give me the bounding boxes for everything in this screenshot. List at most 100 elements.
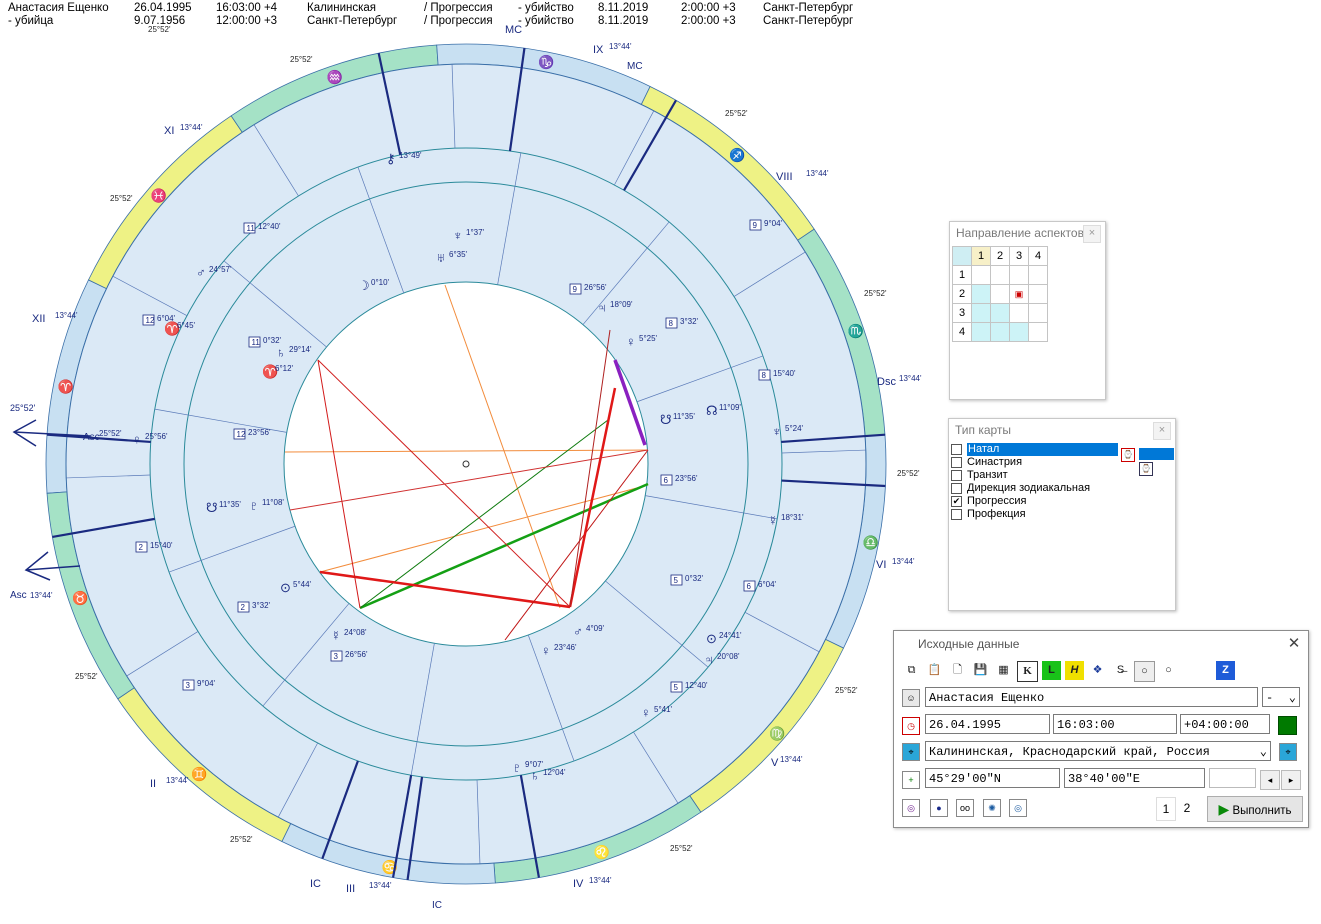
- gender-select[interactable]: - ⌄: [1262, 687, 1300, 707]
- play-icon: ▶: [1218, 801, 1230, 817]
- small-circle-icon[interactable]: ○: [1134, 661, 1155, 682]
- aspect-cell[interactable]: [990, 284, 1010, 304]
- aspect-cell[interactable]: [1028, 265, 1048, 285]
- aspect-cell[interactable]: [990, 303, 1010, 323]
- page-1-tab[interactable]: 1: [1156, 797, 1176, 821]
- arrow-left-icon[interactable]: ◂: [1260, 770, 1280, 790]
- place-select[interactable]: Калининская, Краснодарский край, Россия ⌄: [925, 741, 1271, 761]
- house-degree: 13°44': [180, 123, 203, 132]
- planet-degree: 6°12': [275, 364, 294, 373]
- date-field[interactable]: 26.04.1995: [925, 714, 1050, 734]
- sun-icon[interactable]: ✺: [983, 799, 1001, 817]
- aspect-cell[interactable]: [971, 284, 991, 304]
- close-icon[interactable]: ✕: [1286, 636, 1302, 652]
- house-number: 6: [664, 476, 669, 485]
- house-number: 12: [146, 316, 155, 325]
- chart-type-item[interactable]: ✔ Прогрессия: [951, 495, 1175, 508]
- checkbox[interactable]: [951, 457, 962, 468]
- aspect-cell[interactable]: [971, 265, 991, 285]
- chart-type-label: Прогрессия: [967, 495, 1027, 507]
- chart-type-item[interactable]: Дирекция зодиакальная: [951, 482, 1175, 495]
- zodiac-glyph: ♈: [58, 379, 74, 394]
- house-number: 2: [241, 603, 246, 612]
- zodiac-glyph: ♊: [191, 766, 207, 781]
- planet-degree: 18°09': [610, 300, 633, 309]
- close-icon[interactable]: ×: [1083, 225, 1101, 243]
- planet-glyph: ♀: [541, 643, 551, 658]
- aspect-panel-title-text: Направление аспектов: [956, 226, 1084, 240]
- cusp-degree: 25°52': [835, 686, 858, 695]
- person-icon[interactable]: ☺: [902, 689, 920, 707]
- page-2-tab[interactable]: 2: [1178, 797, 1196, 819]
- arrow-right-icon[interactable]: ▸: [1281, 770, 1301, 790]
- zodiac-glyph: ♎: [862, 535, 878, 550]
- planet-glyph: ♂: [196, 265, 206, 280]
- longitude-field[interactable]: 38°40'00"E: [1064, 768, 1205, 788]
- circle-icon[interactable]: ○: [1159, 661, 1178, 680]
- planet-degree: 23°46': [554, 643, 577, 652]
- z-icon[interactable]: Z: [1216, 661, 1235, 680]
- coordinates-icon[interactable]: +: [902, 771, 920, 789]
- aspect-grid[interactable]: 1 2 3 4 1 2 ▣ 3 4: [952, 246, 1048, 342]
- k-icon[interactable]: K: [1017, 661, 1038, 682]
- checkbox[interactable]: [951, 444, 962, 455]
- house-number: 8: [669, 319, 674, 328]
- aspect-cell[interactable]: [990, 265, 1010, 285]
- rings-icon[interactable]: ◎: [1009, 799, 1027, 817]
- name-field[interactable]: Анастасия Ещенко: [925, 687, 1258, 707]
- planet-glyph: ☿: [331, 628, 341, 643]
- chart-type-icon-second[interactable]: ⌚: [1139, 462, 1153, 476]
- aspect-cell[interactable]: [1028, 303, 1048, 323]
- house-number: 3: [334, 652, 339, 661]
- aspect-cell[interactable]: [990, 322, 1010, 342]
- aspect-cell[interactable]: [1009, 303, 1029, 323]
- map-icon[interactable]: ⌖: [902, 743, 920, 761]
- paste-icon[interactable]: 📋: [925, 661, 944, 680]
- chart-type-icon-natal[interactable]: ⌚: [1121, 448, 1135, 462]
- save-icon[interactable]: 💾: [971, 661, 990, 680]
- h-icon[interactable]: H: [1065, 661, 1084, 680]
- latitude-field[interactable]: 45°29'00"N: [925, 768, 1060, 788]
- aspect-cell[interactable]: ▣: [1009, 284, 1029, 304]
- clock-icon[interactable]: ◷: [902, 717, 920, 735]
- house-degree: 13°44': [806, 169, 829, 178]
- timezone-field[interactable]: +04:00:00: [1180, 714, 1270, 734]
- chart-type-item[interactable]: Профекция: [951, 508, 1175, 521]
- checkbox[interactable]: [951, 509, 962, 520]
- asc-label-outer: Asc: [83, 432, 100, 443]
- aspect-cell[interactable]: [1028, 284, 1048, 304]
- planet-glyph: ♇: [249, 498, 259, 513]
- aspect-cell[interactable]: [1009, 265, 1029, 285]
- input-window-title-text: Исходные данные: [918, 637, 1020, 651]
- double-circle-icon[interactable]: oo: [956, 799, 974, 817]
- planet-glyph: ☊: [706, 403, 718, 418]
- aspect-cell[interactable]: [971, 322, 991, 342]
- header-row2-cell: 2:00:00 +3: [681, 15, 736, 27]
- aspect-cell[interactable]: [1009, 322, 1029, 342]
- new-document-icon[interactable]: 🗋: [948, 661, 967, 680]
- header-row1-cell: 26.04.1995: [134, 2, 192, 14]
- checkbox[interactable]: [951, 470, 962, 481]
- checkbox[interactable]: ✔: [951, 496, 962, 507]
- house-number: 11: [252, 338, 261, 347]
- checkbox[interactable]: [951, 483, 962, 494]
- calendar-icon[interactable]: ▦: [994, 661, 1013, 680]
- atlas-icon[interactable]: ⌖: [1279, 743, 1297, 761]
- l-icon[interactable]: L: [1042, 661, 1061, 680]
- wheel-icon[interactable]: ◎: [902, 799, 920, 817]
- time-field[interactable]: 16:03:00: [1053, 714, 1177, 734]
- color-swatch[interactable]: [1278, 716, 1297, 735]
- copy-icon[interactable]: ⧉: [902, 661, 921, 680]
- extra-field[interactable]: [1209, 768, 1256, 788]
- house-roman-label: IX: [593, 44, 604, 56]
- close-icon[interactable]: ×: [1153, 422, 1171, 440]
- cusp-degree: 25°52': [290, 55, 313, 64]
- aspect-cell[interactable]: [971, 303, 991, 323]
- run-button[interactable]: ▶ Выполнить: [1207, 796, 1303, 822]
- house-number: 11: [247, 224, 256, 233]
- aspect-cell[interactable]: [1028, 322, 1048, 342]
- direction-icon[interactable]: ❖: [1088, 661, 1107, 680]
- strikethrough-s-icon[interactable]: S̶: [1111, 661, 1130, 680]
- dot-icon[interactable]: ●: [930, 799, 948, 817]
